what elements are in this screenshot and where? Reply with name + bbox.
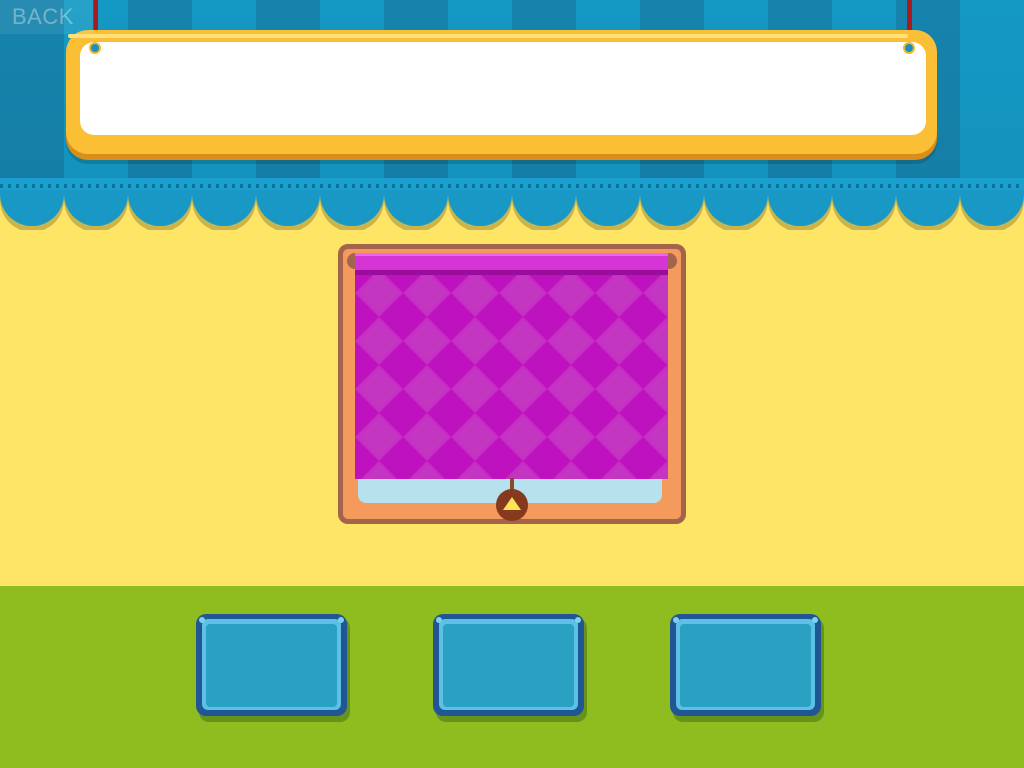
window-blind[interactable] — [355, 255, 668, 479]
blind-top-shadow — [355, 270, 668, 275]
back-button[interactable]: BACK — [0, 0, 94, 34]
answer-tile-1[interactable] — [196, 614, 350, 722]
blind-diamond-pattern — [355, 255, 668, 479]
tile-rivet — [575, 617, 581, 623]
sign-text-area — [80, 42, 926, 135]
tile-rivet — [436, 617, 442, 623]
sign-hook-right — [903, 42, 915, 54]
answer-tile-2[interactable] — [433, 614, 587, 722]
tile-rivet — [673, 617, 679, 623]
tile-rivet — [812, 617, 818, 623]
valance-stitching — [0, 184, 1024, 188]
sign-board-highlight — [68, 34, 908, 38]
game-stage: BACK — [0, 0, 1024, 768]
sign-hook-left — [89, 42, 101, 54]
up-triangle-icon — [503, 497, 521, 510]
answer-tile-label — [443, 624, 574, 707]
tile-rivet — [199, 617, 205, 623]
answer-tile-label — [206, 624, 337, 707]
answer-tile-label — [680, 624, 811, 707]
answer-tile-3[interactable] — [670, 614, 824, 722]
valance-scallops — [0, 190, 1024, 230]
blind-pull-handle[interactable] — [496, 489, 528, 521]
tile-rivet — [338, 617, 344, 623]
